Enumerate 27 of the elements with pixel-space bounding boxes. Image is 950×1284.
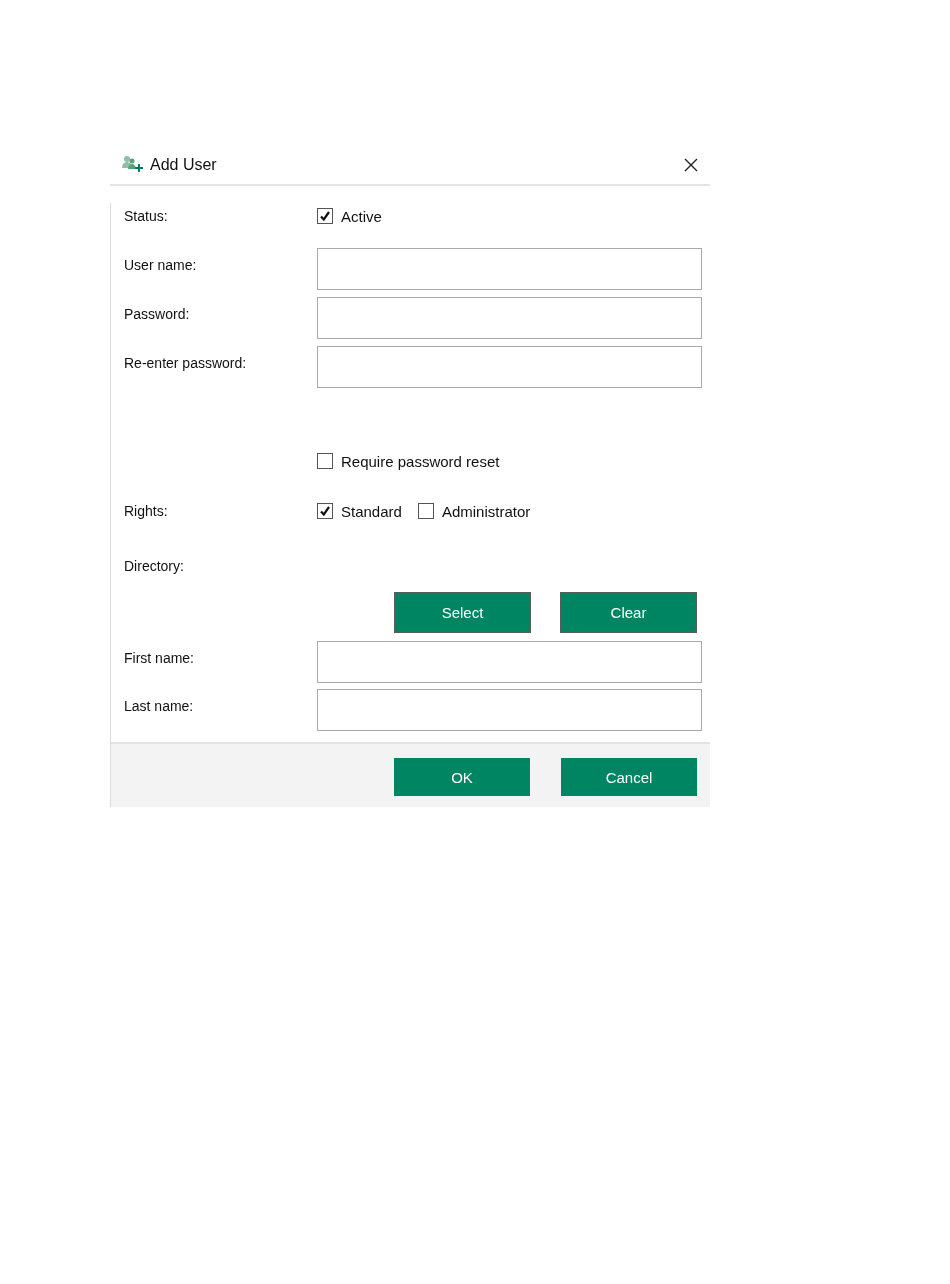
field-label: Password:: [124, 306, 190, 322]
field-label: Last name:: [124, 698, 194, 714]
window-title: Add User: [150, 155, 218, 174]
field-label: Re-enter password:: [124, 355, 247, 371]
field-label: User name:: [124, 257, 197, 273]
input-field[interactable]: [317, 248, 702, 290]
action-button[interactable]: Clear: [560, 592, 697, 633]
checkbox[interactable]: [317, 453, 333, 469]
input-field[interactable]: [317, 346, 702, 388]
checkbox-label: Administrator: [441, 502, 531, 520]
checkbox[interactable]: [317, 503, 333, 519]
checkbox[interactable]: [317, 208, 333, 224]
checkbox-label: Standard: [341, 502, 402, 520]
input-field[interactable]: [317, 641, 702, 683]
input-field[interactable]: [317, 297, 702, 339]
field-label: Directory:: [124, 558, 184, 574]
checkbox-label: Require password reset: [341, 452, 500, 470]
add-user-icon: [121, 154, 143, 175]
field-label: First name:: [124, 650, 194, 666]
dialog-button[interactable]: OK: [394, 758, 530, 796]
dialog-button[interactable]: Cancel: [561, 758, 697, 796]
checkbox[interactable]: [417, 503, 434, 519]
field-label: Rights:: [124, 503, 168, 519]
checkbox-label: Active: [341, 207, 382, 225]
input-field[interactable]: [317, 689, 702, 731]
action-button[interactable]: Select: [394, 592, 531, 633]
field-label: Status:: [124, 208, 168, 224]
